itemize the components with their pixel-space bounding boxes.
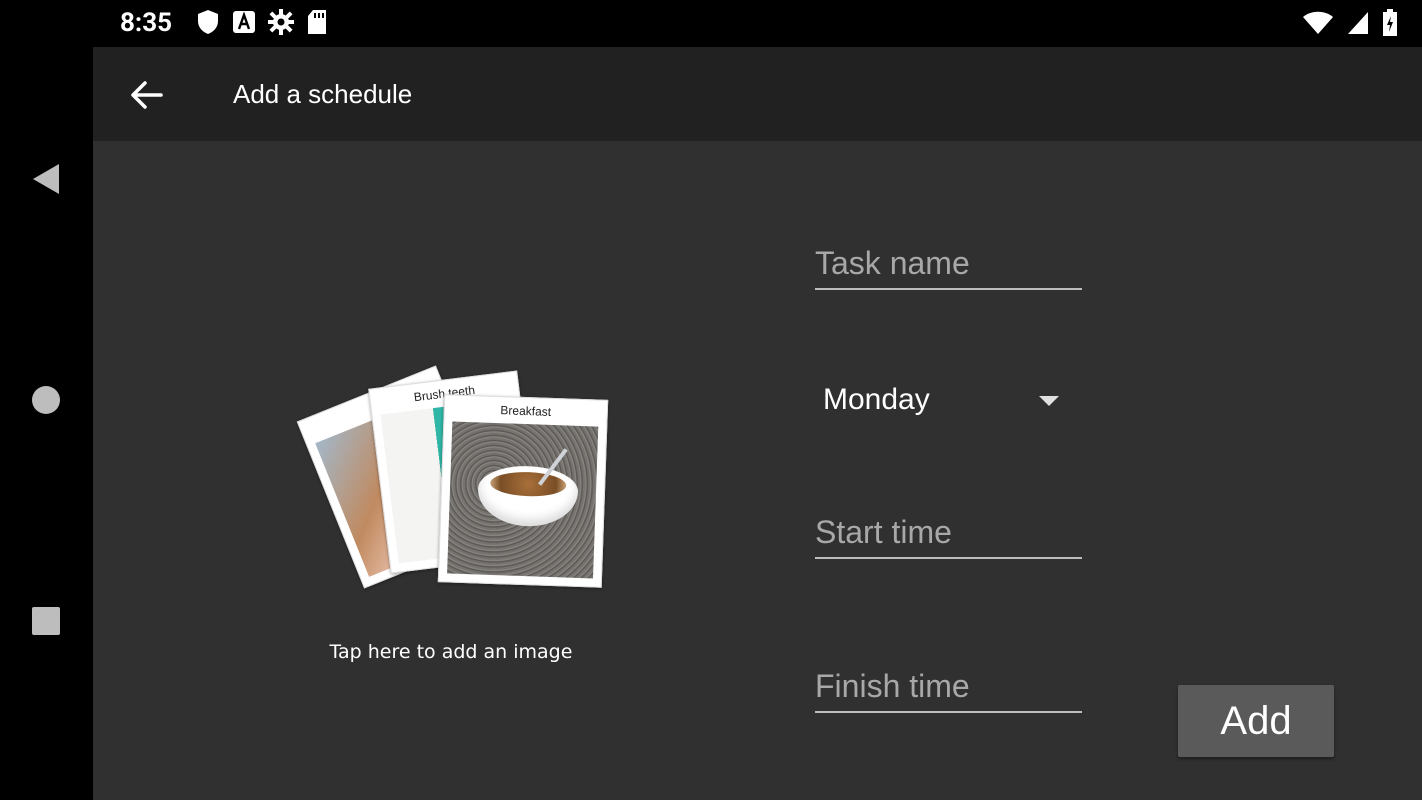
sd-card-icon [306, 9, 328, 35]
finish-time-input[interactable] [815, 668, 1082, 711]
image-card: Breakfast [437, 394, 609, 588]
nav-recents-button[interactable] [26, 601, 66, 641]
status-time: 8:35 [120, 8, 173, 38]
page-title: Add a schedule [233, 79, 413, 109]
signal-icon [1346, 10, 1370, 36]
add-button[interactable]: Add [1178, 685, 1334, 757]
image-picker-caption: Tap here to add an image [329, 641, 573, 663]
status-bar: 8:35 [0, 0, 1422, 47]
task-name-field [815, 245, 1082, 290]
status-icons-left [196, 9, 328, 35]
navigation-bar [0, 47, 93, 800]
battery-icon [1382, 9, 1398, 37]
up-navigation-button[interactable] [129, 77, 165, 113]
task-name-input[interactable] [815, 245, 1082, 288]
start-time-input[interactable] [815, 514, 1082, 557]
day-dropdown[interactable]: Monday [815, 377, 1065, 423]
back-icon [33, 164, 59, 194]
shield-icon [196, 9, 220, 35]
status-icons-right [1302, 9, 1398, 37]
start-time-field [815, 514, 1082, 559]
home-icon [32, 386, 60, 414]
gear-icon [268, 9, 294, 35]
card-title: Breakfast [500, 403, 552, 419]
finish-time-field [815, 668, 1082, 713]
day-selected-value: Monday [823, 383, 930, 416]
caret-down-icon [1039, 396, 1059, 406]
nav-back-button[interactable] [26, 159, 66, 199]
nav-home-button[interactable] [26, 380, 66, 420]
card-photo [447, 421, 599, 579]
toolbar: Add a schedule [93, 47, 1422, 141]
wifi-icon [1302, 10, 1334, 36]
font-a-icon [232, 9, 256, 35]
arrow-left-icon [131, 81, 163, 109]
image-picker[interactable]: Brush teeth Breakfast Tap here to add an… [296, 347, 609, 663]
app-content: Add a schedule Brush teeth Breakfast Tap… [93, 47, 1422, 800]
recents-icon [32, 607, 60, 635]
